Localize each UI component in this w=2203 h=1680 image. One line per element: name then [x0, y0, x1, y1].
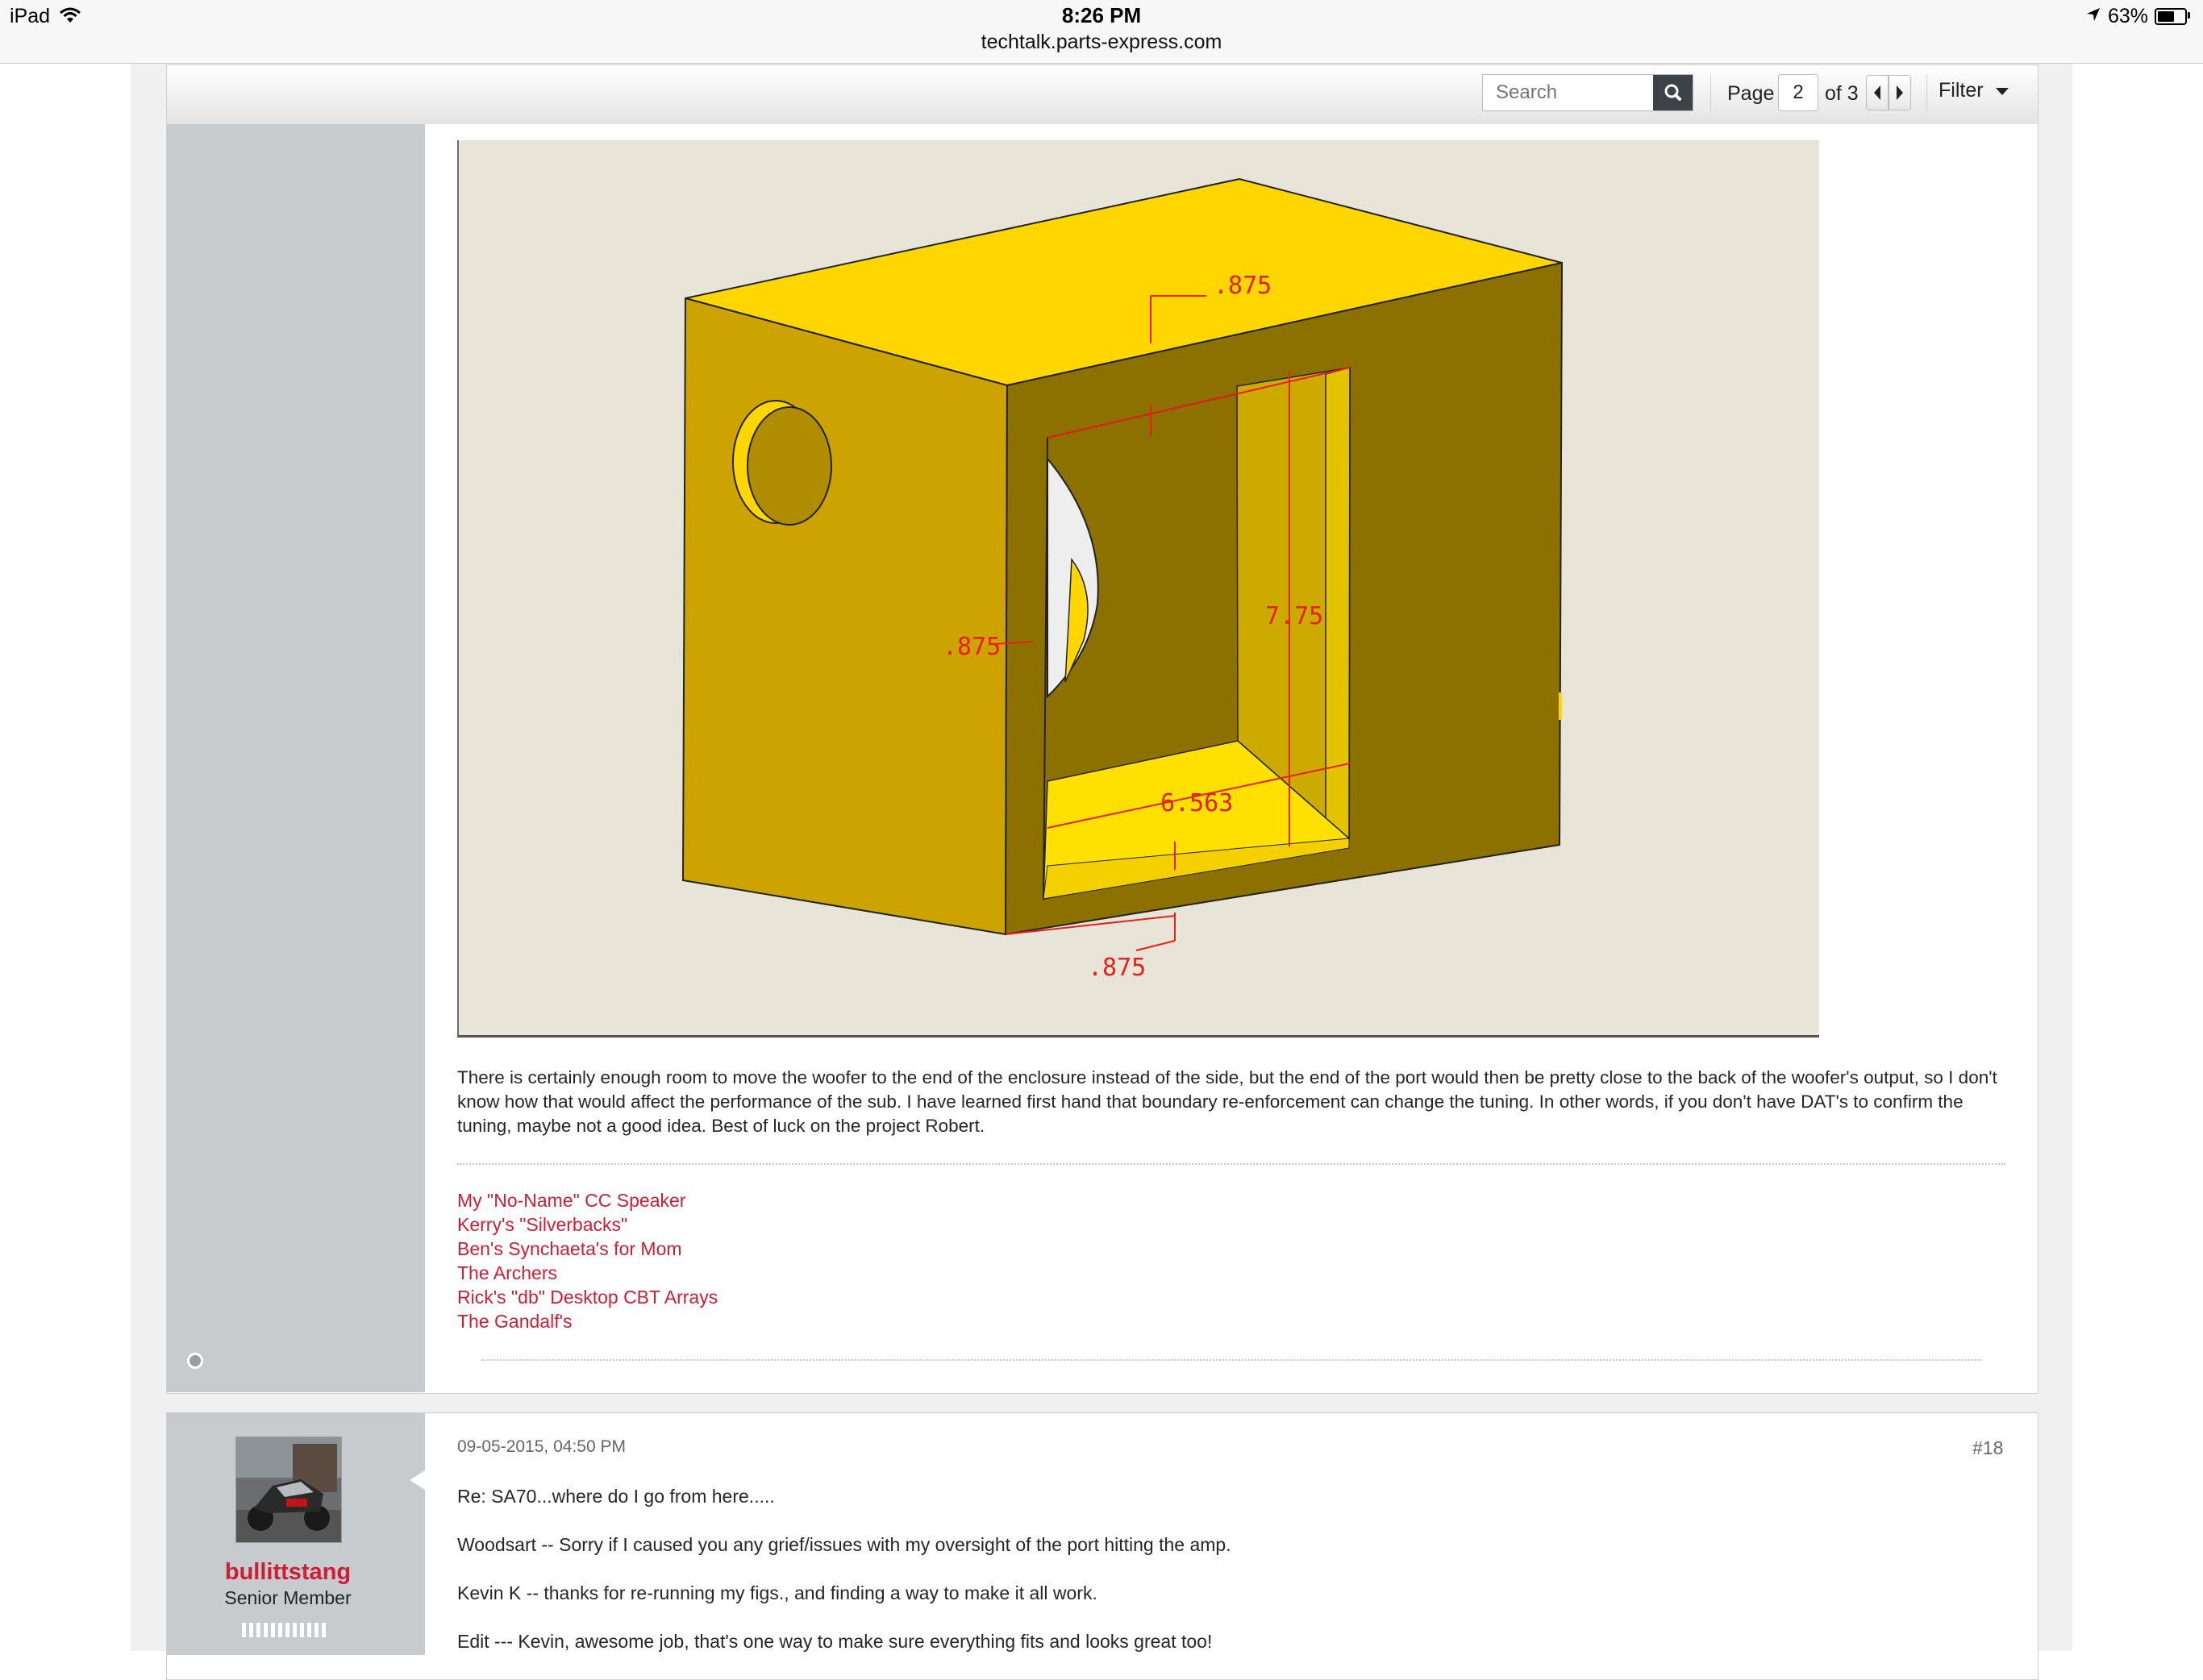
battery-tip: [2188, 12, 2190, 19]
page-number-input[interactable]: [1778, 74, 1818, 111]
search-input[interactable]: [1486, 77, 1661, 108]
battery-percent: 63%: [2108, 5, 2149, 27]
user-title: Senior Member: [224, 1587, 352, 1608]
clock: 8:26 PM: [1061, 3, 1142, 27]
signature-links: My "No-Name" CC Speaker Kerry's "Silverb…: [457, 1188, 718, 1333]
avatar-image: [236, 1437, 341, 1542]
prev-page-icon: [1874, 85, 1880, 100]
post-date: 09-05-2015, 04:50 PM: [457, 1437, 626, 1456]
address-bar[interactable]: techtalk.parts-express.com: [0, 31, 2203, 54]
page-total: of 3: [1825, 82, 1859, 105]
dim-width-label: 6.563: [1160, 789, 1233, 817]
post-footer-divider: [481, 1359, 1981, 1361]
post-number-link[interactable]: #18: [1972, 1437, 2003, 1459]
toolbar-divider: [1926, 74, 1927, 111]
next-page-icon: [1897, 85, 1903, 100]
signature-link[interactable]: Rick's "db" Desktop CBT Arrays: [457, 1285, 718, 1309]
toolbar-divider: [1710, 74, 1711, 111]
post-pointer: [410, 1470, 425, 1490]
signature-link[interactable]: Ben's Synchaeta's for Mom: [457, 1237, 718, 1261]
battery-level: [2158, 11, 2174, 22]
search-button[interactable]: [1653, 75, 1693, 110]
dropdown-caret-icon: [1995, 88, 2009, 95]
next-page-button[interactable]: [1889, 75, 1911, 110]
post-line: Kevin K -- thanks for re-running my figs…: [457, 1582, 1097, 1603]
prev-page-button[interactable]: [1866, 75, 1889, 110]
filter-label: Filter: [1939, 79, 1984, 102]
filter-dropdown[interactable]: Filter: [1939, 79, 2035, 110]
enclosure-drawing: .875 .875 7.75 6.563 .875: [681, 177, 1564, 982]
dim-bottom-label: .875: [1088, 954, 1146, 982]
username-link[interactable]: bullittstang: [167, 1559, 409, 1586]
battery-icon: [2155, 8, 2187, 25]
reputation-bar: [242, 1623, 329, 1641]
enclosure-cad-image[interactable]: .875 .875 7.75 6.563 .875: [457, 140, 1819, 1038]
post-line: Woodsart -- Sorry if I caused you any gr…: [457, 1534, 1231, 1555]
search-icon: [1664, 84, 1681, 101]
online-status-icon: [187, 1353, 203, 1369]
avatar[interactable]: [235, 1437, 342, 1543]
location-arrow-icon: [2087, 8, 2100, 21]
post-body: There is certainly enough room to move t…: [457, 1067, 1997, 1136]
signature-link[interactable]: My "No-Name" CC Speaker: [457, 1188, 718, 1212]
dim-left-label: .875: [943, 633, 1001, 661]
page-label: Page: [1727, 82, 1775, 105]
post-author-sidebar: [167, 124, 425, 1392]
dim-height-label: 7.75: [1265, 602, 1323, 630]
signature-link[interactable]: The Archers: [457, 1261, 718, 1285]
dim-top-label: .875: [1214, 272, 1272, 300]
post-line: Edit --- Kevin, awesome job, that's one …: [457, 1631, 1213, 1652]
post-line: Re: SA70...where do I go from here.....: [457, 1486, 775, 1507]
signature-link[interactable]: Kerry's "Silverbacks": [457, 1212, 718, 1237]
signature-divider: [457, 1163, 2005, 1165]
signature-link[interactable]: The Gandalf's: [457, 1309, 718, 1333]
